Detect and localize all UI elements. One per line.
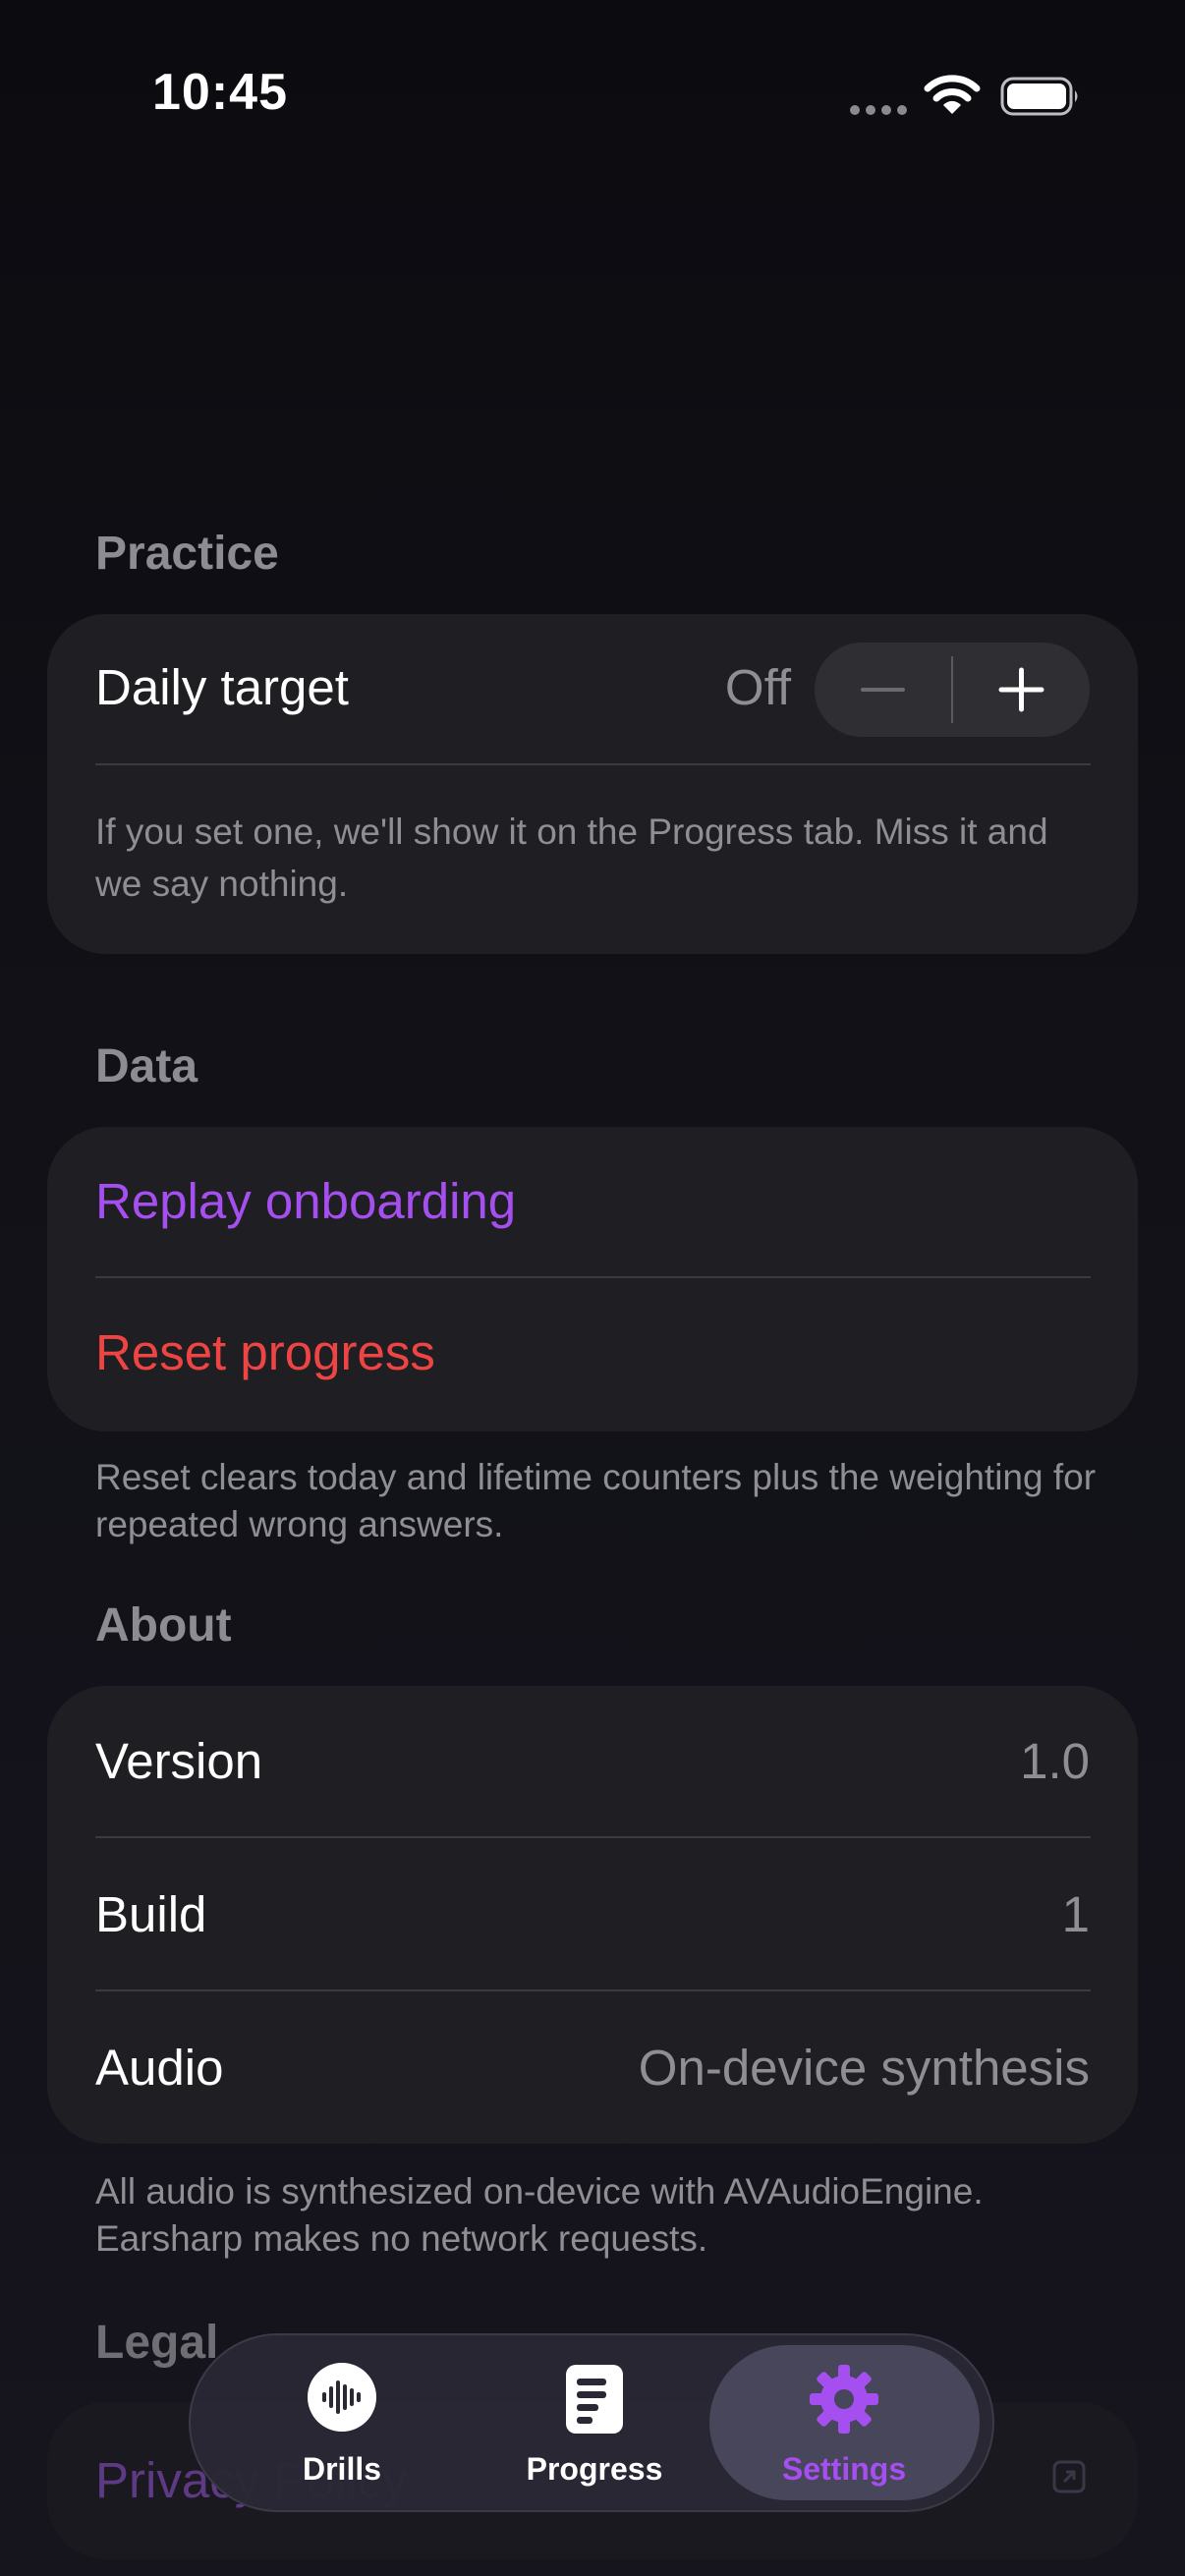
- data-note: Reset clears today and lifetime counters…: [95, 1457, 1097, 1544]
- daily-target-label: Daily target: [95, 659, 349, 715]
- section-header-practice: Practice: [95, 528, 279, 580]
- wifi-icon: [924, 75, 981, 114]
- external-link-icon: [1052, 2460, 1086, 2493]
- tab-label: Progress: [526, 2451, 663, 2487]
- stepper-minus-button[interactable]: [815, 643, 951, 737]
- replay-onboarding-row[interactable]: Replay onboarding: [95, 1127, 1090, 1276]
- practice-card: Daily target Off If you set one, we'll s…: [47, 614, 1138, 954]
- build-value: 1: [1061, 1886, 1090, 1942]
- battery-icon: [1000, 77, 1078, 116]
- about-note: All audio is synthesized on-device with …: [95, 2171, 984, 2259]
- minus-icon: [861, 688, 905, 692]
- stepper-plus-button[interactable]: [953, 643, 1090, 737]
- status-time: 10:45: [152, 64, 288, 121]
- divider: [95, 1989, 1091, 1991]
- daily-target-stepper: [815, 643, 1090, 737]
- tab-label: Settings: [781, 2451, 907, 2487]
- section-header-about: About: [95, 1599, 232, 1652]
- reset-progress-row[interactable]: Reset progress: [95, 1278, 1090, 1431]
- tab-progress[interactable]: Progress: [472, 2335, 717, 2510]
- daily-target-note: If you set one, we'll show it on the Pro…: [95, 812, 1048, 904]
- about-row-version: Version 1.0: [95, 1732, 1090, 1791]
- tab-bar: Drills Progress Settings: [189, 2333, 994, 2512]
- divider: [95, 1836, 1091, 1838]
- waveform-icon: [308, 2363, 376, 2432]
- plus-icon: [998, 667, 1044, 712]
- status-bar: 10:45: [0, 0, 1185, 138]
- tab-settings[interactable]: Settings: [721, 2335, 967, 2510]
- tab-label: Drills: [302, 2451, 382, 2487]
- replay-onboarding-button[interactable]: Replay onboarding: [95, 1172, 516, 1230]
- audio-label: Audio: [95, 2040, 224, 2096]
- tab-drills[interactable]: Drills: [219, 2335, 465, 2510]
- chart-doc-icon: [566, 2365, 623, 2434]
- about-row-audio: Audio On-device synthesis: [95, 2039, 1090, 2098]
- cellular-signal-icon: [850, 105, 907, 115]
- divider: [95, 763, 1091, 765]
- reset-progress-button[interactable]: Reset progress: [95, 1323, 435, 1381]
- section-header-legal: Legal: [95, 2317, 219, 2369]
- daily-target-value: Off: [724, 659, 791, 715]
- version-label: Version: [95, 1733, 263, 1789]
- gear-icon: [810, 2365, 878, 2434]
- build-label: Build: [95, 1886, 207, 1942]
- about-row-build: Build 1: [95, 1885, 1090, 1944]
- section-header-data: Data: [95, 1040, 198, 1092]
- version-value: 1.0: [1020, 1733, 1090, 1789]
- data-card: Replay onboarding Reset progress: [47, 1127, 1138, 1431]
- audio-value: On-device synthesis: [638, 2040, 1090, 2096]
- about-card: Version 1.0 Build 1 Audio On-device synt…: [47, 1686, 1138, 2144]
